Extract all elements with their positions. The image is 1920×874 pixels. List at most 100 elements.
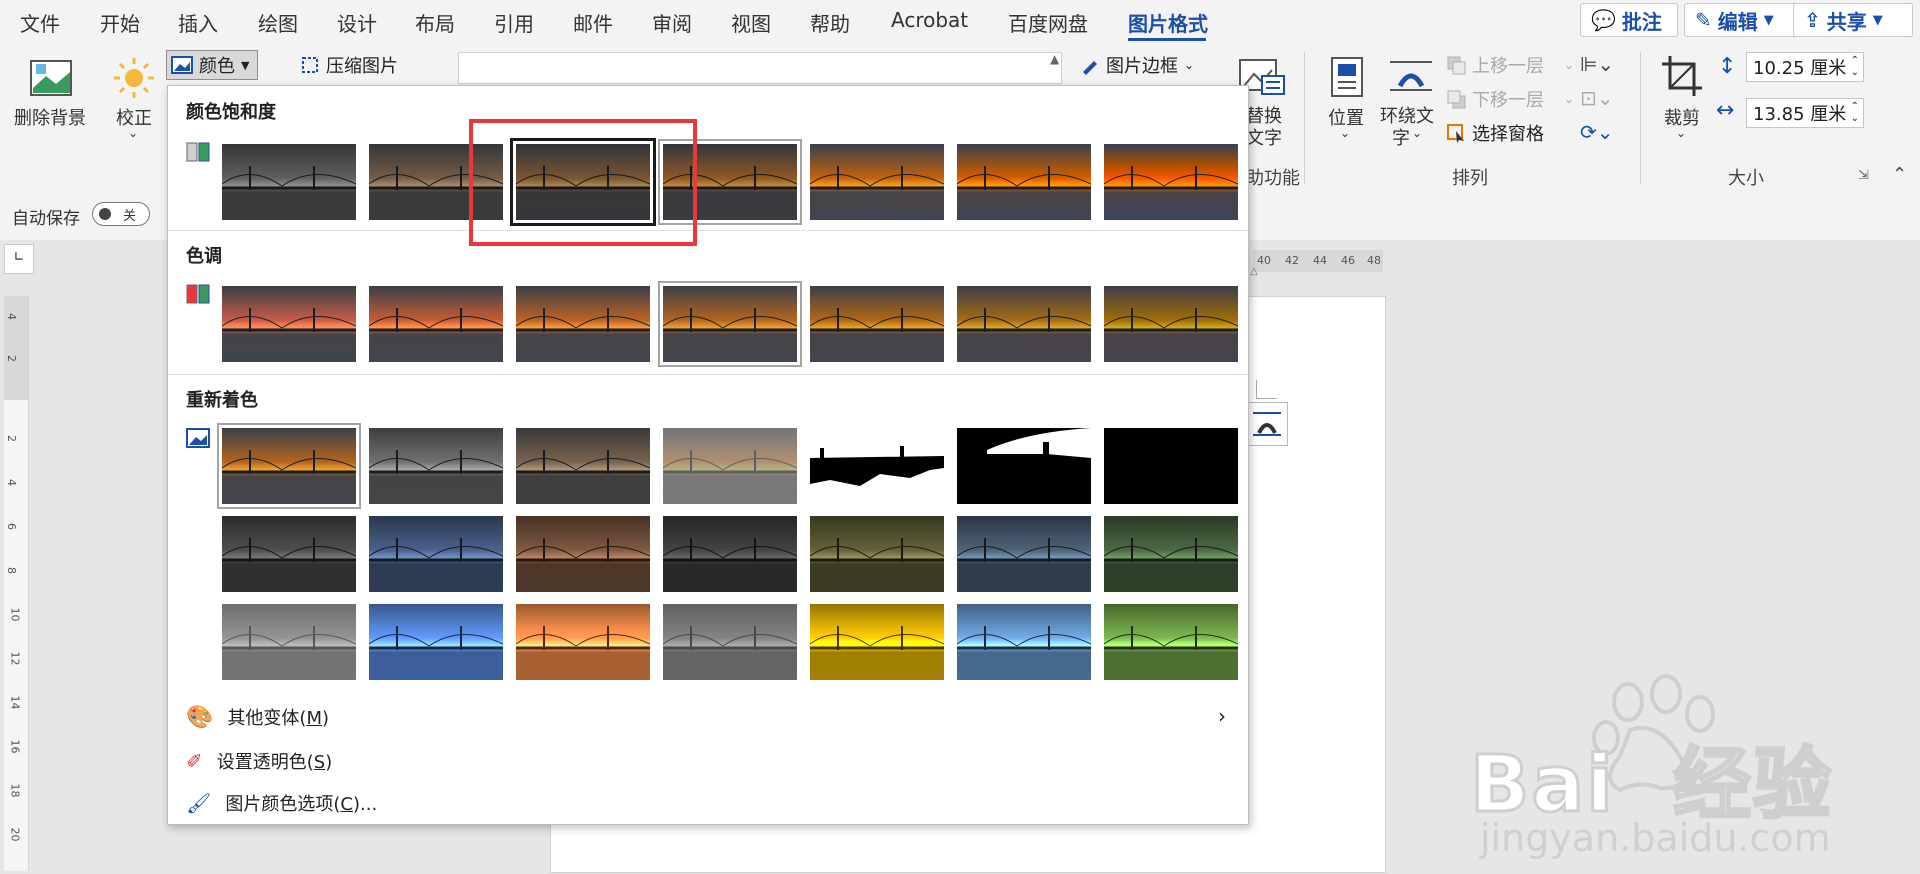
picture-styles-gallery[interactable] bbox=[458, 52, 1062, 84]
bridge-photo-swatch bbox=[957, 604, 1091, 680]
color-option-thumbnail[interactable] bbox=[957, 428, 1091, 504]
tab-picture-format[interactable]: 图片格式 bbox=[1128, 8, 1208, 37]
sun-icon bbox=[114, 58, 154, 98]
color-option-thumbnail[interactable] bbox=[369, 286, 503, 362]
tab-references[interactable]: 引用 bbox=[494, 8, 534, 37]
color-option-thumbnail[interactable] bbox=[810, 428, 944, 504]
compress-label: 压缩图片 bbox=[326, 56, 398, 77]
tab-home[interactable]: 开始 bbox=[100, 8, 140, 37]
color-option-thumbnail[interactable] bbox=[222, 516, 356, 592]
color-option-thumbnail[interactable] bbox=[1104, 604, 1238, 680]
color-option-thumbnail[interactable] bbox=[369, 428, 503, 504]
color-option-thumbnail[interactable] bbox=[217, 423, 361, 509]
color-option-thumbnail[interactable] bbox=[1104, 428, 1238, 504]
dialog-launcher-icon[interactable]: ⇲ bbox=[1858, 168, 1869, 183]
color-option-thumbnail[interactable] bbox=[957, 604, 1091, 680]
collapse-ribbon-icon[interactable]: ⌃ bbox=[1892, 164, 1907, 185]
bring-forward-label: 上移一层 bbox=[1472, 56, 1544, 77]
recolor-icon bbox=[186, 428, 210, 448]
color-option-thumbnail[interactable] bbox=[658, 281, 802, 367]
color-options-label: 图片颜色选项(C)... bbox=[225, 794, 378, 815]
highlight-annotation-box bbox=[469, 119, 697, 246]
selection-pane-icon bbox=[1447, 124, 1464, 143]
autosave-toggle[interactable]: 关 bbox=[92, 202, 150, 226]
rotate-icon[interactable]: ⟳⌄ bbox=[1580, 120, 1614, 144]
color-option-thumbnail[interactable] bbox=[957, 516, 1091, 592]
color-option-thumbnail[interactable] bbox=[810, 286, 944, 362]
margin-corner-mark bbox=[1256, 380, 1277, 399]
layout-options-button[interactable] bbox=[1246, 402, 1288, 446]
align-icon[interactable]: ⊫⌄ bbox=[1580, 52, 1614, 76]
corrections-button[interactable] bbox=[112, 56, 156, 100]
color-button[interactable]: 颜色 ▼ bbox=[166, 50, 258, 80]
width-spinner[interactable]: 13.85 厘米 ⌃ ⌄ bbox=[1746, 98, 1864, 128]
bridge-photo-swatch bbox=[663, 604, 797, 680]
crop-button[interactable] bbox=[1660, 54, 1704, 98]
send-backward-label: 下移一层 bbox=[1472, 90, 1544, 111]
tab-acrobat[interactable]: Acrobat bbox=[891, 8, 968, 32]
send-backward-button[interactable]: 下移一层 ⌄ bbox=[1446, 86, 1574, 112]
color-option-thumbnail[interactable] bbox=[663, 604, 797, 680]
spinner-arrows-icon[interactable]: ⌃ ⌄ bbox=[1851, 101, 1859, 125]
tab-mailings[interactable]: 邮件 bbox=[573, 8, 613, 37]
color-option-thumbnail[interactable] bbox=[516, 604, 650, 680]
color-option-thumbnail[interactable] bbox=[810, 516, 944, 592]
color-option-thumbnail[interactable] bbox=[369, 516, 503, 592]
height-spinner[interactable]: 10.25 厘米 ⌃ ⌄ bbox=[1746, 52, 1864, 82]
picture-color-options-item[interactable]: 🖌 图片颜色选项(C)... bbox=[186, 790, 377, 816]
ruler-tick: 8 bbox=[5, 567, 18, 574]
bridge-photo-swatch bbox=[957, 144, 1091, 220]
color-option-thumbnail[interactable] bbox=[957, 286, 1091, 362]
color-option-thumbnail[interactable] bbox=[957, 144, 1091, 220]
chevron-down-icon: ⌄ bbox=[1412, 126, 1423, 140]
color-option-thumbnail[interactable] bbox=[222, 604, 356, 680]
spinner-arrows-icon[interactable]: ⌃ ⌄ bbox=[1851, 55, 1859, 79]
tab-review[interactable]: 审阅 bbox=[652, 8, 692, 37]
color-option-thumbnail[interactable] bbox=[222, 286, 356, 362]
compress-pictures-button[interactable]: 压缩图片 bbox=[300, 52, 398, 78]
tab-baidu-netdisk[interactable]: 百度网盘 bbox=[1008, 8, 1088, 37]
color-option-thumbnail[interactable] bbox=[810, 604, 944, 680]
color-option-thumbnail[interactable] bbox=[1104, 516, 1238, 592]
width-icon: ↔ bbox=[1716, 98, 1735, 123]
position-button[interactable] bbox=[1328, 56, 1368, 98]
tab-help[interactable]: 帮助 bbox=[810, 8, 850, 37]
color-option-thumbnail[interactable] bbox=[663, 428, 797, 504]
bring-forward-button[interactable]: 上移一层 ⌄ bbox=[1446, 52, 1574, 78]
color-option-thumbnail[interactable] bbox=[516, 428, 650, 504]
tab-file[interactable]: 文件 bbox=[20, 8, 60, 37]
tab-insert[interactable]: 插入 bbox=[178, 8, 218, 37]
color-option-thumbnail[interactable] bbox=[810, 144, 944, 220]
picture-border-button[interactable]: 图片边框 ⌄ bbox=[1080, 52, 1194, 78]
chevron-down-icon: ⌄ bbox=[1184, 58, 1195, 72]
tab-design[interactable]: 设计 bbox=[337, 8, 377, 37]
set-transparent-color-item[interactable]: ✐ 设置透明色(S) bbox=[186, 748, 332, 774]
share-button[interactable]: ⇪ 共享 ▼ bbox=[1793, 3, 1913, 37]
tab-selector[interactable]: ∟ bbox=[4, 244, 34, 274]
color-label: 颜色 bbox=[199, 56, 235, 77]
bridge-photo-swatch bbox=[663, 516, 797, 592]
color-option-thumbnail[interactable] bbox=[516, 516, 650, 592]
more-variations-item[interactable]: 🎨 其他变体(M) › bbox=[186, 704, 1226, 730]
remove-background-button[interactable] bbox=[28, 58, 74, 98]
comments-button[interactable]: 💬 批注 bbox=[1580, 3, 1678, 37]
color-option-thumbnail[interactable] bbox=[369, 604, 503, 680]
color-option-thumbnail[interactable] bbox=[1104, 286, 1238, 362]
color-option-thumbnail[interactable] bbox=[663, 516, 797, 592]
selection-pane-button[interactable]: 选择窗格 bbox=[1446, 120, 1544, 146]
color-option-thumbnail[interactable] bbox=[222, 144, 356, 220]
ruler-tick: 42 bbox=[1285, 254, 1299, 267]
color-option-thumbnail[interactable] bbox=[1104, 144, 1238, 220]
group-icon[interactable]: ⊡⌄ bbox=[1580, 86, 1614, 110]
gallery-scroll-up[interactable]: ▲ bbox=[1050, 52, 1068, 80]
bridge-photo-swatch bbox=[1104, 144, 1238, 220]
comments-label: 批注 bbox=[1621, 9, 1662, 34]
wrap-text-button[interactable] bbox=[1388, 56, 1434, 98]
tab-view[interactable]: 视图 bbox=[731, 8, 771, 37]
indent-marker-icon[interactable]: △ bbox=[1250, 266, 1258, 277]
bridge-photo-swatch bbox=[222, 428, 356, 504]
color-option-thumbnail[interactable] bbox=[516, 286, 650, 362]
bridge-photo-swatch bbox=[222, 516, 356, 592]
tab-layout[interactable]: 布局 bbox=[415, 8, 455, 37]
tab-draw[interactable]: 绘图 bbox=[258, 8, 298, 37]
